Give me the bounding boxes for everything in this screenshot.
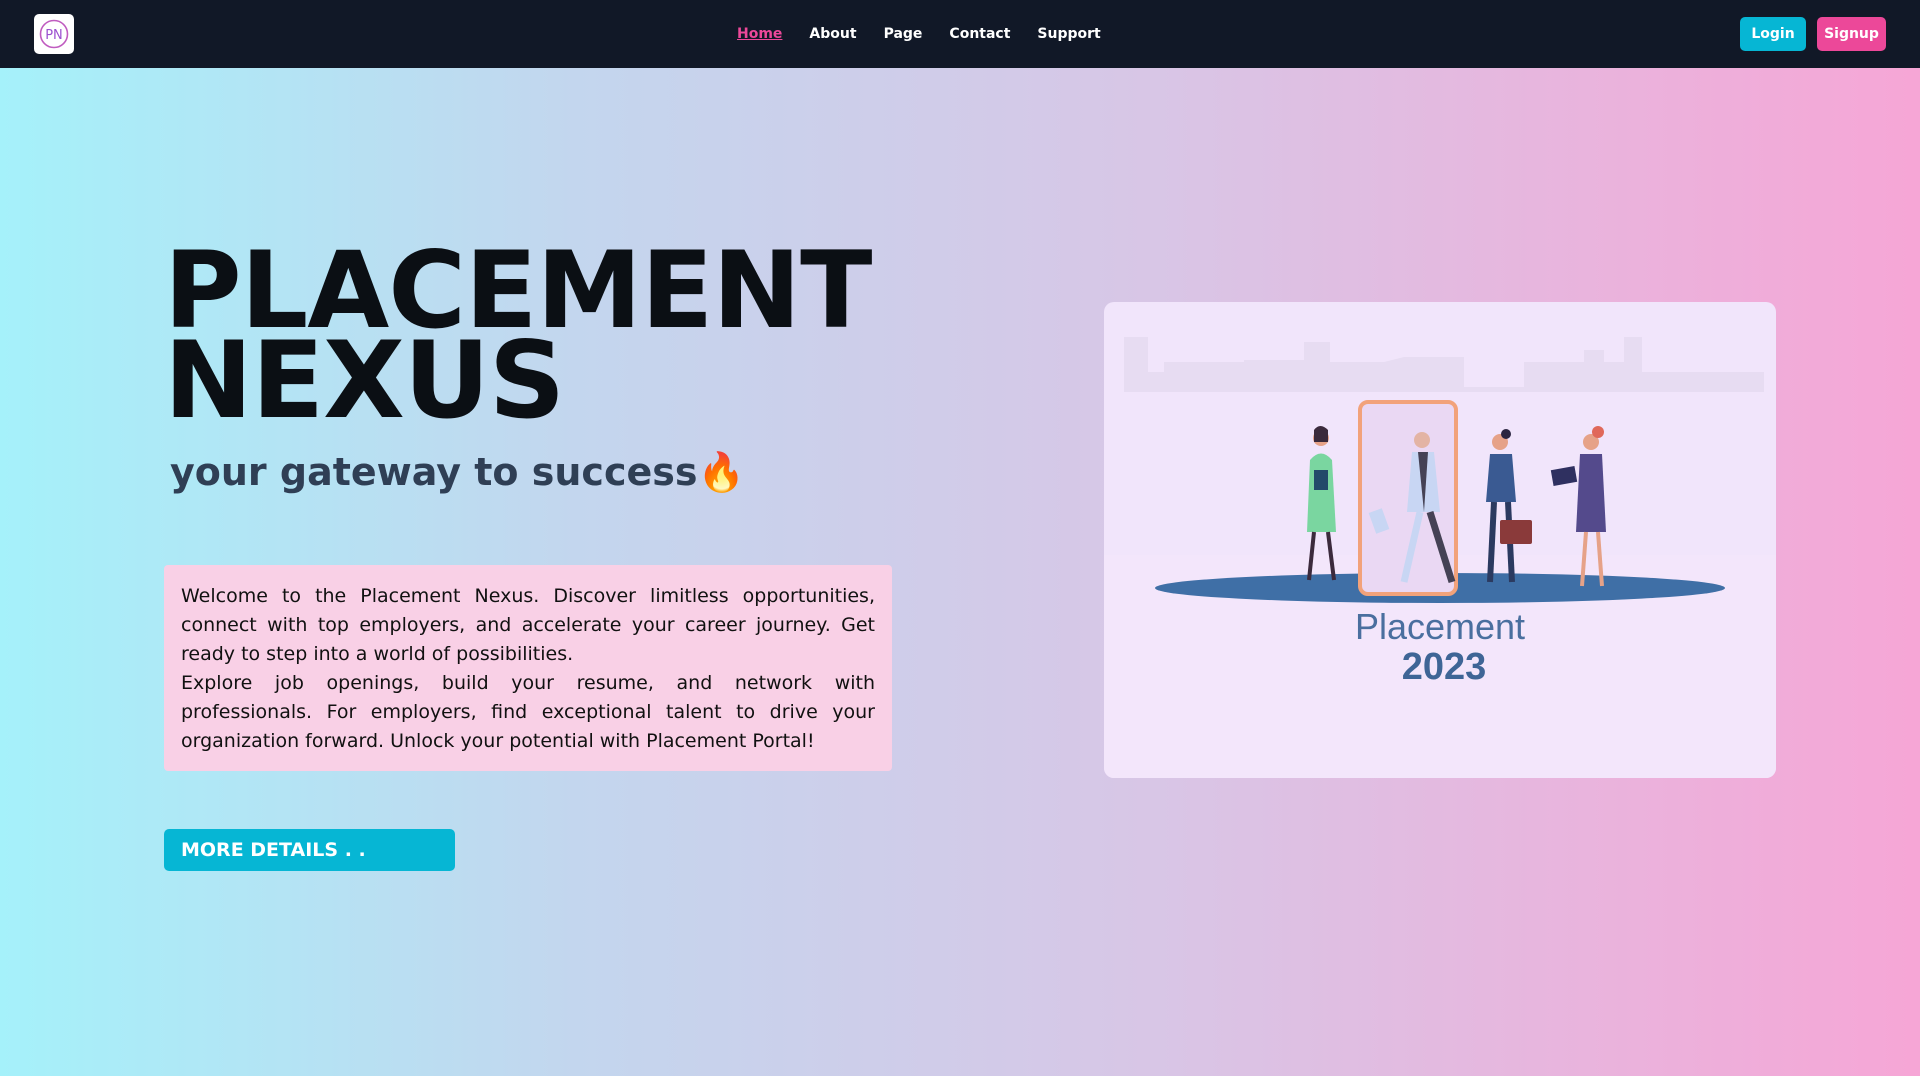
- signup-button[interactable]: Signup: [1817, 17, 1886, 51]
- logo-mark-icon: PN: [39, 19, 69, 49]
- nav-links: Home About Page Contact Support: [737, 23, 1101, 45]
- logo-text: PN: [45, 28, 63, 43]
- skyline-icon: [1124, 337, 1764, 392]
- description-paragraph-1: Welcome to the Placement Nexus. Discover…: [181, 585, 875, 665]
- description-paragraph-2: Explore job openings, build your resume,…: [181, 672, 875, 752]
- nav-page-link[interactable]: Page: [884, 26, 923, 42]
- hero-subtitle: your gateway to success🔥: [170, 450, 745, 494]
- nav-home-link[interactable]: Home: [737, 26, 782, 42]
- nav-about-link[interactable]: About: [809, 26, 856, 42]
- description-box: Welcome to the Placement Nexus. Discover…: [164, 565, 892, 771]
- more-details-button[interactable]: MORE DETAILS . .: [164, 829, 455, 871]
- placement-illustration: [1104, 337, 1776, 778]
- illustration-caption-year: 2023: [1401, 646, 1487, 688]
- top-navbar: PN Home About Page Contact Support Login…: [0, 0, 1920, 68]
- brand-logo[interactable]: PN: [34, 14, 74, 54]
- login-button[interactable]: Login: [1740, 17, 1806, 51]
- nav-support-link[interactable]: Support: [1037, 26, 1100, 42]
- hero-title: PLACEMENT NEXUS: [164, 238, 964, 434]
- placement-illustration-card: [1104, 302, 1776, 778]
- nav-contact-link[interactable]: Contact: [949, 26, 1010, 42]
- illustration-caption-title: Placement: [1354, 606, 1526, 647]
